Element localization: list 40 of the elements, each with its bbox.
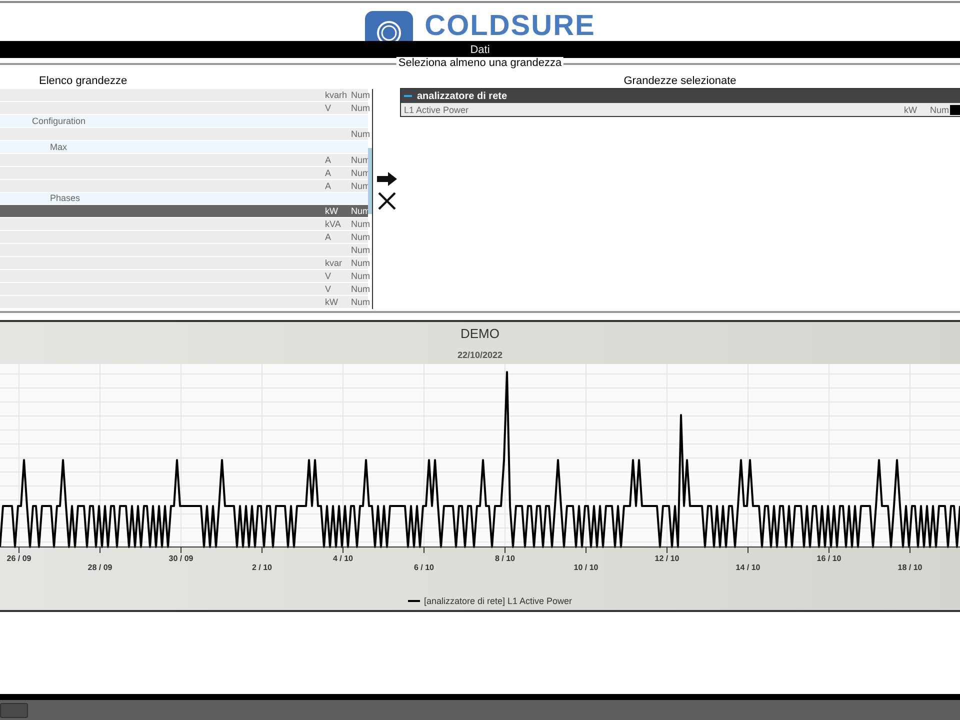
legend-label[interactable]: [analizzatore di rete] L1 Active Power xyxy=(424,596,572,606)
group-name: analizzatore di rete xyxy=(417,90,508,102)
quantity-row[interactable]: kvar Num xyxy=(0,257,368,270)
quantity-row[interactable]: Num xyxy=(0,128,368,140)
quantity-row[interactable]: Num xyxy=(0,244,368,256)
selected-list-title: Grandezze selezionate xyxy=(622,75,738,87)
x-tick-label: 12 / 10 xyxy=(654,554,680,563)
logo-text: COLDSURE xyxy=(424,12,596,41)
group-row[interactable]: Max xyxy=(0,140,368,153)
chart-date: 22/10/2022 xyxy=(456,350,504,362)
x-tick-label: 2 / 10 xyxy=(252,563,272,572)
quantity-row[interactable]: A Num xyxy=(0,231,368,244)
x-tick-label: 28 / 09 xyxy=(88,563,112,572)
quantity-row[interactable]: kVA Num xyxy=(0,218,368,230)
x-tick-label: 8 / 10 xyxy=(495,554,515,563)
quantity-row[interactable]: kW Num xyxy=(0,296,368,308)
add-arrow-icon[interactable] xyxy=(376,172,396,186)
group-row[interactable]: Phases xyxy=(0,192,368,204)
x-tick-label: 26 / 09 xyxy=(6,554,32,563)
x-tick-label: 4 / 10 xyxy=(333,554,353,563)
x-tick-label: 18 / 10 xyxy=(898,563,922,572)
x-tick-label: 6 / 10 xyxy=(414,563,434,572)
group-row[interactable]: Configuration xyxy=(0,114,368,127)
selected-quantity-row[interactable]: L1 Active Power kW Num xyxy=(401,103,960,116)
quantity-row[interactable]: kvarh Num xyxy=(0,89,368,101)
section-title-bar: Dati xyxy=(0,41,960,58)
fieldset-legend: Seleziona almeno una grandezza xyxy=(396,57,564,69)
scrollbar-thumb[interactable] xyxy=(368,148,372,214)
x-tick-label: 14 / 10 xyxy=(736,563,760,572)
quantity-row[interactable]: V Num xyxy=(0,270,368,282)
chart-title: DEMO xyxy=(460,326,500,342)
x-tick-label: 16 / 10 xyxy=(816,554,842,563)
close-icon[interactable] xyxy=(378,192,396,210)
x-tick-label: 30 / 09 xyxy=(168,554,194,563)
list-title: Elenco grandezze xyxy=(38,75,128,87)
color-swatch[interactable] xyxy=(950,104,960,114)
quantity-row[interactable]: V Num xyxy=(0,102,368,114)
logo-icon xyxy=(364,11,413,41)
quantity-row[interactable]: V Num xyxy=(0,283,368,295)
x-tick-label: 10 / 10 xyxy=(574,563,598,572)
